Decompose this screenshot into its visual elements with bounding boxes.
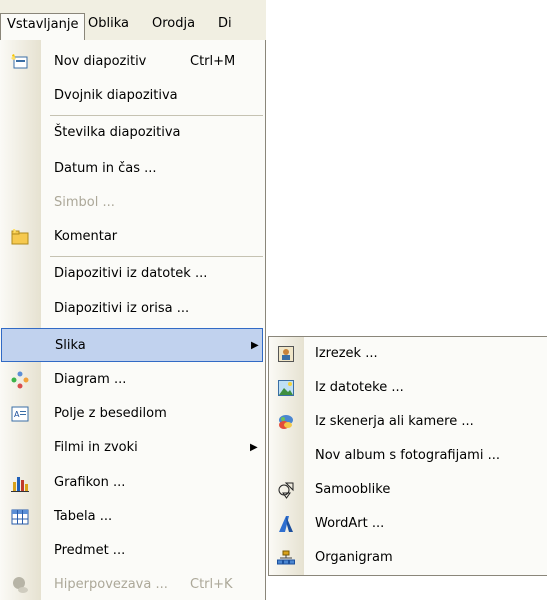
menu-item-chart[interactable]: Grafikon ...: [0, 466, 264, 500]
menu-item-table[interactable]: Tabela ...: [0, 500, 264, 534]
textbox-icon: A: [11, 405, 29, 423]
submenu-item-from-scanner-camera[interactable]: Iz skenerja ali kamere ...: [269, 405, 547, 439]
menubar-item-tools[interactable]: Orodja: [146, 13, 201, 37]
insert-menu: Nov diapozitiv Ctrl+M Dvojnik diapozitiv…: [0, 40, 266, 600]
menu-item-symbol: Simbol ...: [54, 195, 115, 210]
menu-item-object[interactable]: Predmet ...: [0, 534, 264, 568]
diagram-icon: [11, 371, 29, 389]
picture-from-file-icon: [277, 379, 295, 397]
wordart-icon: [277, 515, 295, 533]
menu-item-slides-from-outline[interactable]: Diapozitivi iz orisa ...: [0, 292, 264, 326]
submenu-item-from-file[interactable]: Iz datoteke ...: [269, 371, 547, 405]
submenu-item-clip-art[interactable]: Izrezek ...: [269, 337, 547, 371]
submenu-item-wordart[interactable]: WordArt ...: [269, 507, 547, 541]
new-slide-icon: [11, 53, 29, 71]
svg-text:A: A: [14, 410, 20, 419]
menu-item-picture[interactable]: Slika ▶: [1, 328, 263, 362]
clipart-icon: [277, 345, 295, 363]
submenu-arrow-icon: ▶: [251, 340, 259, 351]
menu-item-new-slide[interactable]: Nov diapozitiv Ctrl+M: [0, 45, 264, 79]
menu-item-slide-number[interactable]: Številka diapozitiva: [0, 116, 264, 150]
submenu-item-new-photo-album[interactable]: Nov album s fotografijami ...: [269, 439, 547, 473]
menu-item-diagram[interactable]: Diagram ...: [0, 363, 264, 397]
menu-item-text-box[interactable]: A Polje z besedilom: [0, 397, 264, 431]
picture-submenu: Izrezek ... Iz datoteke ... Iz skenerja …: [268, 336, 547, 576]
chart-icon: [11, 474, 29, 492]
scanner-camera-icon: [277, 413, 295, 431]
menu-item-slides-from-files[interactable]: Diapozitivi iz datotek ...: [0, 257, 264, 291]
hyperlink-icon: [11, 576, 29, 594]
submenu-item-organization-chart[interactable]: Organigram: [269, 541, 547, 575]
menu-item-duplicate-slide[interactable]: Dvojnik diapozitiva: [0, 79, 264, 113]
org-chart-icon: [277, 549, 295, 567]
menubar-item-insert[interactable]: Vstavljanje: [0, 13, 86, 40]
menu-item-movies-sounds[interactable]: Filmi in zvoki ▶: [0, 431, 264, 465]
submenu-arrow-icon: ▶: [250, 442, 258, 453]
menu-item-comment[interactable]: Komentar: [0, 220, 264, 254]
submenu-item-autoshapes[interactable]: Samooblike: [269, 473, 547, 507]
table-icon: [11, 508, 29, 526]
autoshapes-icon: [277, 481, 295, 499]
menu-item-date-time[interactable]: Datum in čas ...: [0, 152, 264, 186]
comment-icon: [11, 228, 29, 246]
menu-bar: Vstavljanje Oblika Orodja Di: [0, 0, 266, 40]
menu-item-hyperlink: Hiperpovezava ... Ctrl+K: [0, 568, 264, 602]
menubar-item-format[interactable]: Oblika: [82, 13, 135, 37]
menubar-item-slide-show[interactable]: Di: [212, 13, 238, 37]
